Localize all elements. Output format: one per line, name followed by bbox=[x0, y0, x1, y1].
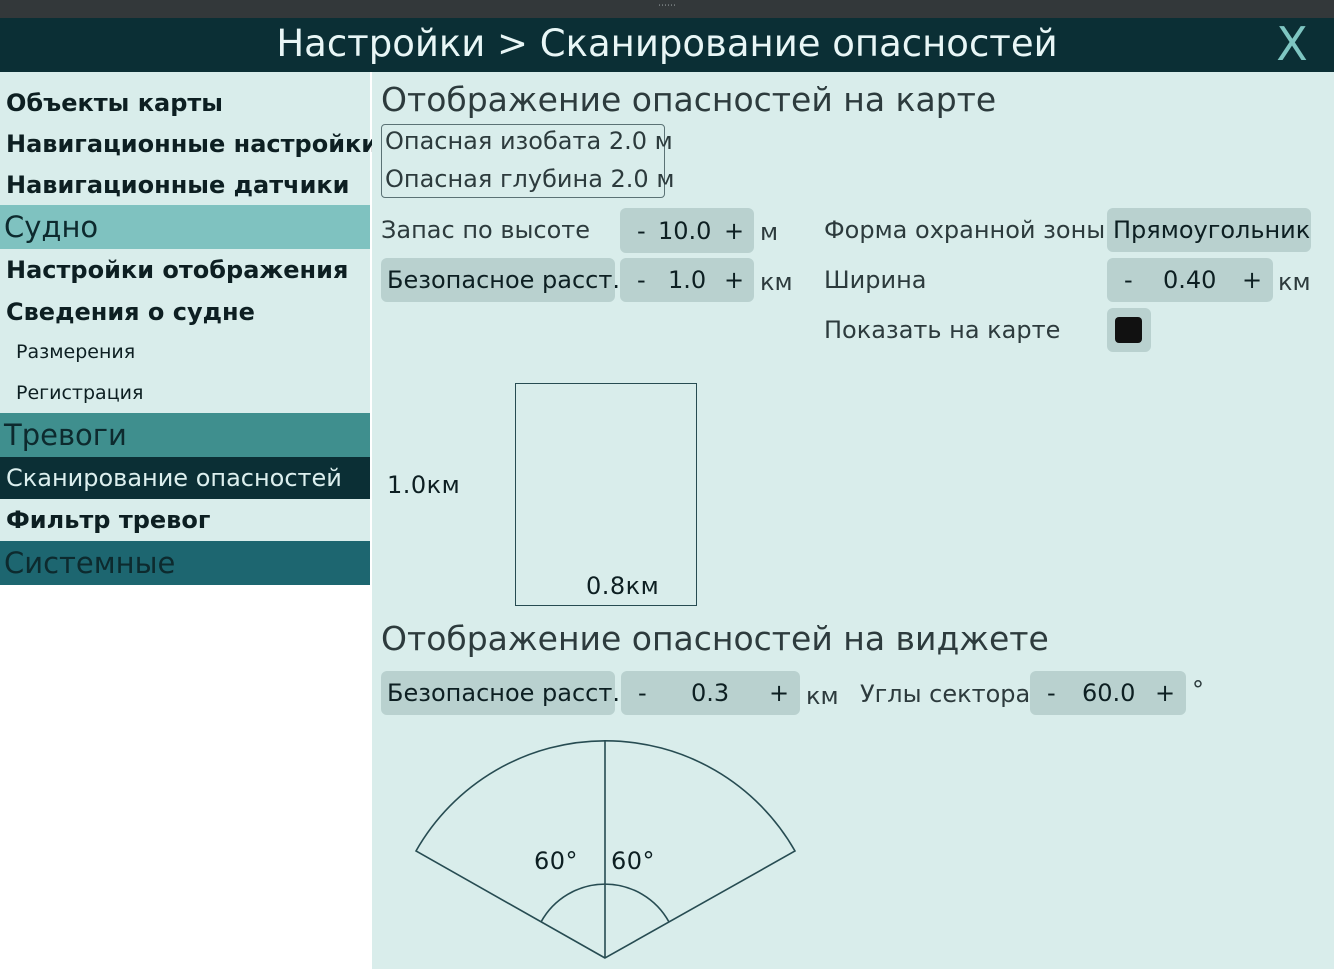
sector-left-angle-label: 60° bbox=[534, 847, 579, 875]
sector-right-angle-label: 60° bbox=[611, 847, 656, 875]
sector-preview bbox=[414, 739, 797, 959]
